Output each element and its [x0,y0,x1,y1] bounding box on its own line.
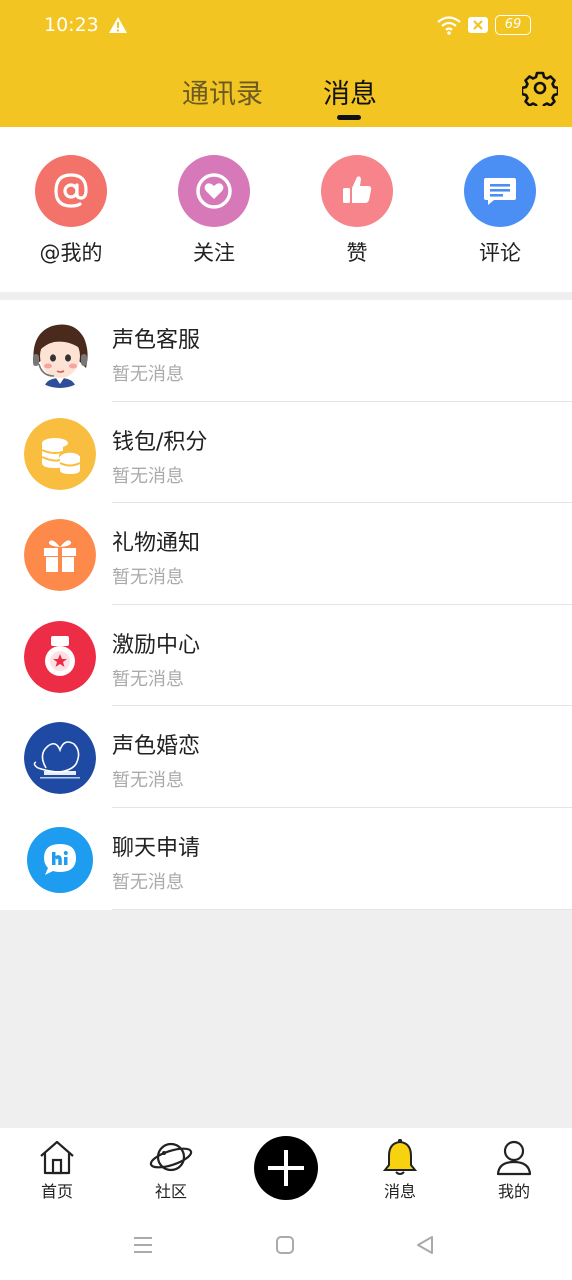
sim-icon [468,17,488,33]
quick-actions: @我的 关注 赞 评论 [0,127,572,292]
list-item-subtitle: 暂无消息 [112,668,184,690]
nav-community-label: 社区 [154,1182,187,1201]
thumbs-up-icon [321,155,393,227]
status-time: 10:23 [44,14,99,36]
list-item-subtitle: 暂无消息 [112,567,184,589]
list-item-title: 礼物通知 [112,531,201,557]
bell-icon [382,1139,418,1175]
add-post-button[interactable] [254,1136,318,1200]
quick-at-me[interactable]: @我的 [21,155,121,267]
quick-at-me-label: @我的 [39,241,103,265]
gift-icon [24,519,96,592]
quick-like[interactable]: 赞 [307,155,407,267]
tab-messages[interactable]: 消息 [323,72,377,111]
warning-icon [109,17,127,33]
divider [112,908,572,910]
nav-messages[interactable]: 消息 [360,1138,440,1202]
list-item[interactable]: 钱包/积分 暂无消息 [0,402,572,504]
quick-follow-label: 关注 [193,241,235,265]
at-icon [35,155,107,227]
system-nav-bar [0,1210,572,1280]
list-item-subtitle: 暂无消息 [112,364,184,385]
home-square-icon[interactable] [274,1234,296,1256]
planet-icon [149,1142,193,1172]
message-list: 声色客服 暂无消息 钱包/积分 暂无消息 礼物通知 暂无消息 激励中心 暂无消息… [0,300,572,910]
user-icon [496,1140,532,1176]
love-logo-icon [24,722,96,795]
home-icon [40,1140,74,1175]
customer-service-avatar [24,316,96,388]
nav-home[interactable]: 首页 [17,1138,97,1202]
bottom-nav: 首页 社区 消息 我的 [0,1128,572,1210]
top-header: 10:23 69 通讯录 消息 [0,0,572,127]
comment-icon [464,155,536,227]
hi-chat-icon [24,824,96,896]
list-item[interactable]: 聊天申请 暂无消息 [0,808,572,910]
list-item-subtitle: 暂无消息 [112,465,184,487]
nav-profile[interactable]: 我的 [474,1138,554,1202]
nav-community[interactable]: 社区 [131,1138,211,1202]
list-item-title: 声色客服 [112,328,201,353]
quick-follow[interactable]: 关注 [164,155,264,267]
gear-icon[interactable] [522,70,558,106]
medal-icon [24,620,96,693]
back-icon[interactable] [414,1234,436,1256]
list-item[interactable]: 激励中心 暂无消息 [0,605,572,707]
list-item-title: 钱包/积分 [112,429,208,455]
battery-indicator: 69 [495,15,531,35]
list-item-title: 聊天申请 [112,836,201,861]
list-item-title: 激励中心 [112,632,201,658]
list-item-title: 声色婚恋 [112,734,201,760]
quick-comment-label: 评论 [479,241,521,265]
coins-icon [24,417,96,490]
list-item[interactable]: 声色婚恋 暂无消息 [0,706,572,808]
nav-home-label: 首页 [40,1182,73,1201]
tab-contacts[interactable]: 通讯录 [182,72,263,111]
quick-like-label: 赞 [346,241,368,265]
plus-icon [268,1150,304,1186]
menu-icon[interactable] [132,1234,154,1256]
list-item-subtitle: 暂无消息 [112,770,184,792]
list-item-subtitle: 暂无消息 [112,872,184,893]
list-item[interactable]: 声色客服 暂无消息 [0,300,572,402]
quick-comment[interactable]: 评论 [450,155,550,267]
nav-profile-label: 我的 [497,1182,530,1201]
active-tab-indicator [337,115,361,120]
heart-icon [178,155,250,227]
status-bar: 10:23 69 [0,0,572,52]
nav-messages-label: 消息 [383,1182,416,1201]
list-item[interactable]: 礼物通知 暂无消息 [0,503,572,605]
wifi-icon [437,16,461,35]
